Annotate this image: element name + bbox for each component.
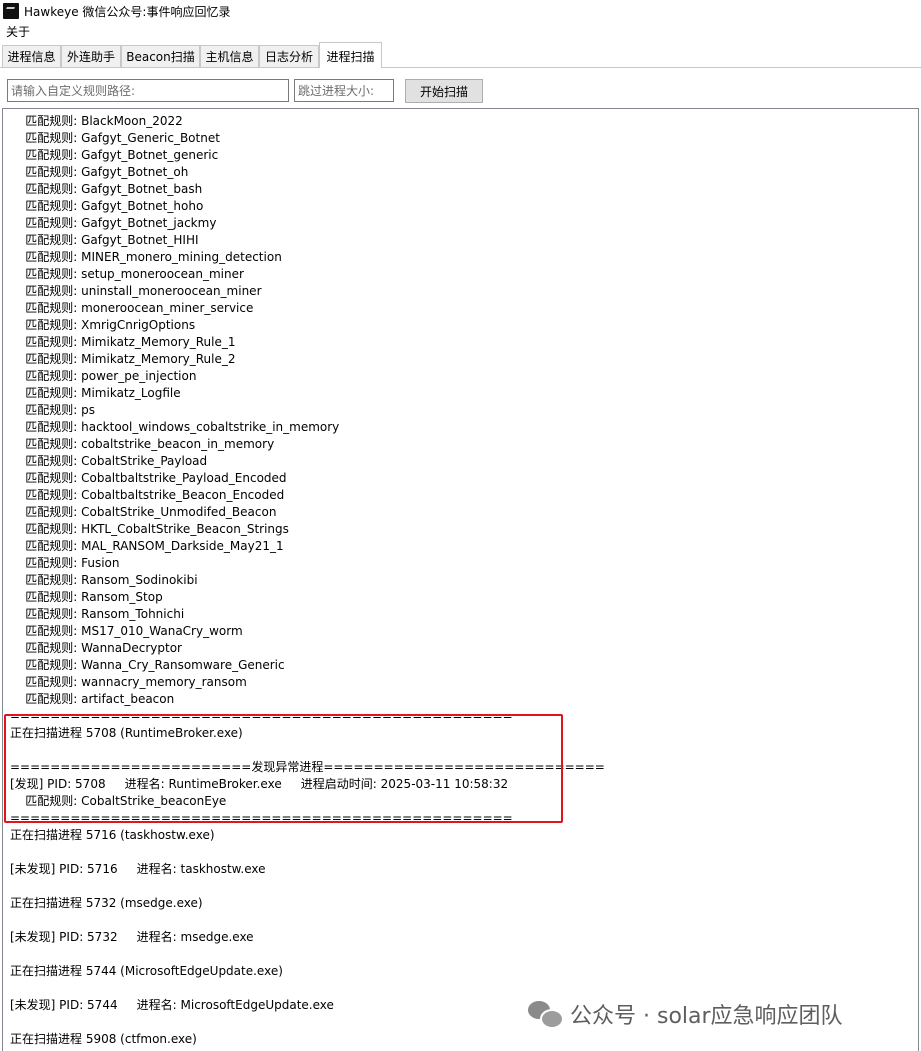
output-line: 匹配规则: Gafgyt_Generic_Botnet bbox=[10, 131, 220, 145]
output-line: 匹配规则: XmrigCnrigOptions bbox=[10, 318, 196, 332]
highlight-annotation-box bbox=[4, 714, 563, 823]
skip-size-input[interactable] bbox=[294, 79, 394, 102]
output-line: 匹配规则: Mimikatz_Memory_Rule_1 bbox=[10, 335, 236, 349]
title-bar[interactable]: Hawkeye 微信公众号:事件响应回忆录 bbox=[0, 0, 921, 22]
output-line: 匹配规则: Cobaltbaltstrike_Beacon_Encoded bbox=[10, 488, 285, 502]
output-line: 匹配规则: MINER_monero_mining_detection bbox=[10, 250, 282, 264]
output-line: 匹配规则: Gafgyt_Botnet_bash bbox=[10, 182, 203, 196]
output-line: 匹配规则: power_pe_injection bbox=[10, 369, 197, 383]
start-scan-button[interactable]: 开始扫描 bbox=[405, 79, 483, 103]
output-line: 匹配规则: setup_moneroocean_miner bbox=[10, 267, 244, 281]
scan-output-textbox[interactable]: 匹配规则: BlackMoon_2022 匹配规则: Gafgyt_Generi… bbox=[2, 108, 919, 1051]
output-line: 匹配规则: BlackMoon_2022 bbox=[10, 114, 183, 128]
output-line: 匹配规则: ps bbox=[10, 403, 95, 417]
output-line: [未发现] PID: 5716 进程名: taskhostw.exe bbox=[10, 862, 266, 876]
tab-host-info[interactable]: 主机信息 bbox=[200, 45, 259, 67]
output-line: 匹配规则: Ransom_Stop bbox=[10, 590, 163, 604]
output-line: 匹配规则: MAL_RANSOM_Darkside_May21_1 bbox=[10, 539, 284, 553]
app-window: Hawkeye 微信公众号:事件响应回忆录 关于 进程信息 外连助手 Beaco… bbox=[0, 0, 921, 1051]
output-line: 匹配规则: WannaDecryptor bbox=[10, 641, 182, 655]
output-line: 匹配规则: Ransom_Sodinokibi bbox=[10, 573, 198, 587]
menu-bar: 关于 bbox=[0, 22, 921, 41]
tab-outbound-helper[interactable]: 外连助手 bbox=[61, 45, 121, 67]
output-line: 正在扫描进程 5908 (ctfmon.exe) bbox=[10, 1032, 197, 1046]
output-line: 匹配规则: Gafgyt_Botnet_oh bbox=[10, 165, 189, 179]
scan-toolbar: 开始扫描 bbox=[0, 68, 921, 108]
tab-bar: 进程信息 外连助手 Beacon扫描 主机信息 日志分析 进程扫描 bbox=[0, 42, 921, 69]
output-line: 匹配规则: Gafgyt_Botnet_HIHI bbox=[10, 233, 199, 247]
output-line: 正在扫描进程 5716 (taskhostw.exe) bbox=[10, 828, 215, 842]
output-line: 匹配规则: Fusion bbox=[10, 556, 120, 570]
output-line: 匹配规则: Ransom_Tohnichi bbox=[10, 607, 185, 621]
output-line: 匹配规则: wannacry_memory_ransom bbox=[10, 675, 247, 689]
output-line: 匹配规则: cobaltstrike_beacon_in_memory bbox=[10, 437, 275, 451]
window-title: Hawkeye 微信公众号:事件响应回忆录 bbox=[24, 4, 231, 19]
menu-about[interactable]: 关于 bbox=[6, 23, 30, 40]
output-line: 匹配规则: hacktool_windows_cobaltstrike_in_m… bbox=[10, 420, 340, 434]
tab-beacon-scan[interactable]: Beacon扫描 bbox=[121, 45, 200, 67]
wechat-icon bbox=[528, 1001, 564, 1029]
output-line: 匹配规则: Gafgyt_Botnet_hoho bbox=[10, 199, 204, 213]
watermark-text: 公众号 · solar应急响应团队 bbox=[570, 1004, 843, 1029]
output-line: 匹配规则: Mimikatz_Memory_Rule_2 bbox=[10, 352, 236, 366]
output-line: 匹配规则: Gafgyt_Botnet_jackmy bbox=[10, 216, 217, 230]
output-line: 匹配规则: HKTL_CobaltStrike_Beacon_Strings bbox=[10, 522, 289, 536]
rule-path-input[interactable] bbox=[7, 79, 289, 102]
output-line: 匹配规则: artifact_beacon bbox=[10, 692, 175, 706]
tab-process-info[interactable]: 进程信息 bbox=[2, 45, 61, 67]
output-line: 正在扫描进程 5732 (msedge.exe) bbox=[10, 896, 203, 910]
output-line: 正在扫描进程 5744 (MicrosoftEdgeUpdate.exe) bbox=[10, 964, 283, 978]
output-line: [未发现] PID: 5732 进程名: msedge.exe bbox=[10, 930, 254, 944]
output-line: 匹配规则: moneroocean_miner_service bbox=[10, 301, 254, 315]
output-line: 匹配规则: CobaltStrike_Unmodifed_Beacon bbox=[10, 505, 277, 519]
output-line: 匹配规则: Mimikatz_Logfile bbox=[10, 386, 181, 400]
output-line: 匹配规则: CobaltStrike_Payload bbox=[10, 454, 208, 468]
watermark: 公众号 · solar应急响应团队 bbox=[528, 996, 843, 1032]
output-line: 匹配规则: uninstall_moneroocean_miner bbox=[10, 284, 262, 298]
output-line: 匹配规则: Cobaltbaltstrike_Payload_Encoded bbox=[10, 471, 287, 485]
app-icon bbox=[3, 3, 19, 19]
tab-log-analysis[interactable]: 日志分析 bbox=[259, 45, 319, 67]
output-line: 匹配规则: MS17_010_WanaCry_worm bbox=[10, 624, 243, 638]
tab-process-scan[interactable]: 进程扫描 bbox=[319, 42, 382, 69]
output-line: 匹配规则: Wanna_Cry_Ransomware_Generic bbox=[10, 658, 285, 672]
output-line: 匹配规则: Gafgyt_Botnet_generic bbox=[10, 148, 219, 162]
output-line: [未发现] PID: 5744 进程名: MicrosoftEdgeUpdate… bbox=[10, 998, 334, 1012]
